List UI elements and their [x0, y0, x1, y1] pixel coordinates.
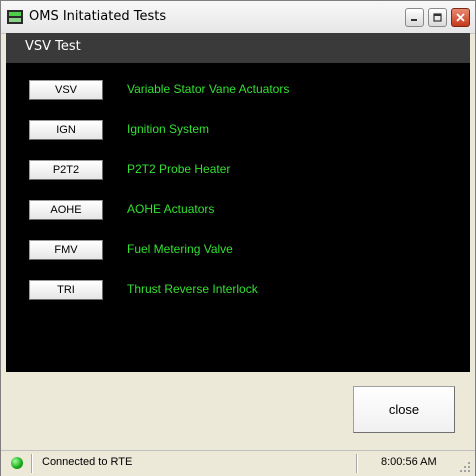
p2t2-test-button[interactable]: P2T2: [29, 160, 103, 180]
section-header: VSV Test: [6, 33, 470, 63]
close-icon: [456, 13, 465, 22]
tri-test-label: Thrust Reverse Interlock: [127, 282, 258, 296]
minimize-icon: [411, 19, 417, 21]
aohe-test-button[interactable]: AOHE: [29, 200, 103, 220]
maximize-button[interactable]: [428, 8, 447, 27]
ign-test-label: Ignition System: [127, 122, 210, 136]
status-time: 8:00:56 AM: [381, 456, 437, 468]
ign-test-button[interactable]: IGN: [29, 120, 103, 140]
window-title: OMS Initatiated Tests: [29, 9, 167, 24]
connection-status-led-icon: [11, 457, 23, 469]
resize-grip-icon[interactable]: [459, 461, 471, 473]
title-bar[interactable]: OMS Initatiated Tests: [1, 1, 475, 34]
app-window: OMS Initatiated Tests VSV Test VSV Varia…: [0, 0, 476, 476]
test-list-panel: VSV Variable Stator Vane Actuators IGN I…: [6, 63, 470, 372]
vsv-test-button[interactable]: VSV: [29, 80, 103, 100]
maximize-icon: [433, 13, 442, 22]
tri-test-button[interactable]: TRI: [29, 280, 103, 300]
close-window-button[interactable]: [451, 8, 470, 27]
fmv-test-button[interactable]: FMV: [29, 240, 103, 260]
status-separator: [356, 454, 357, 473]
p2t2-test-label: P2T2 Probe Heater: [127, 162, 231, 176]
footer-panel: close: [6, 372, 470, 449]
vsv-test-label: Variable Stator Vane Actuators: [127, 82, 290, 96]
close-button[interactable]: close: [353, 386, 455, 433]
aohe-test-label: AOHE Actuators: [127, 202, 215, 216]
section-title: VSV Test: [25, 39, 81, 54]
status-separator: [31, 454, 32, 473]
minimize-button[interactable]: [405, 8, 424, 27]
status-bar: Connected to RTE 8:00:56 AM: [1, 450, 475, 476]
app-icon: [7, 10, 23, 24]
fmv-test-label: Fuel Metering Valve: [127, 242, 233, 256]
connection-status-text: Connected to RTE: [42, 456, 133, 468]
